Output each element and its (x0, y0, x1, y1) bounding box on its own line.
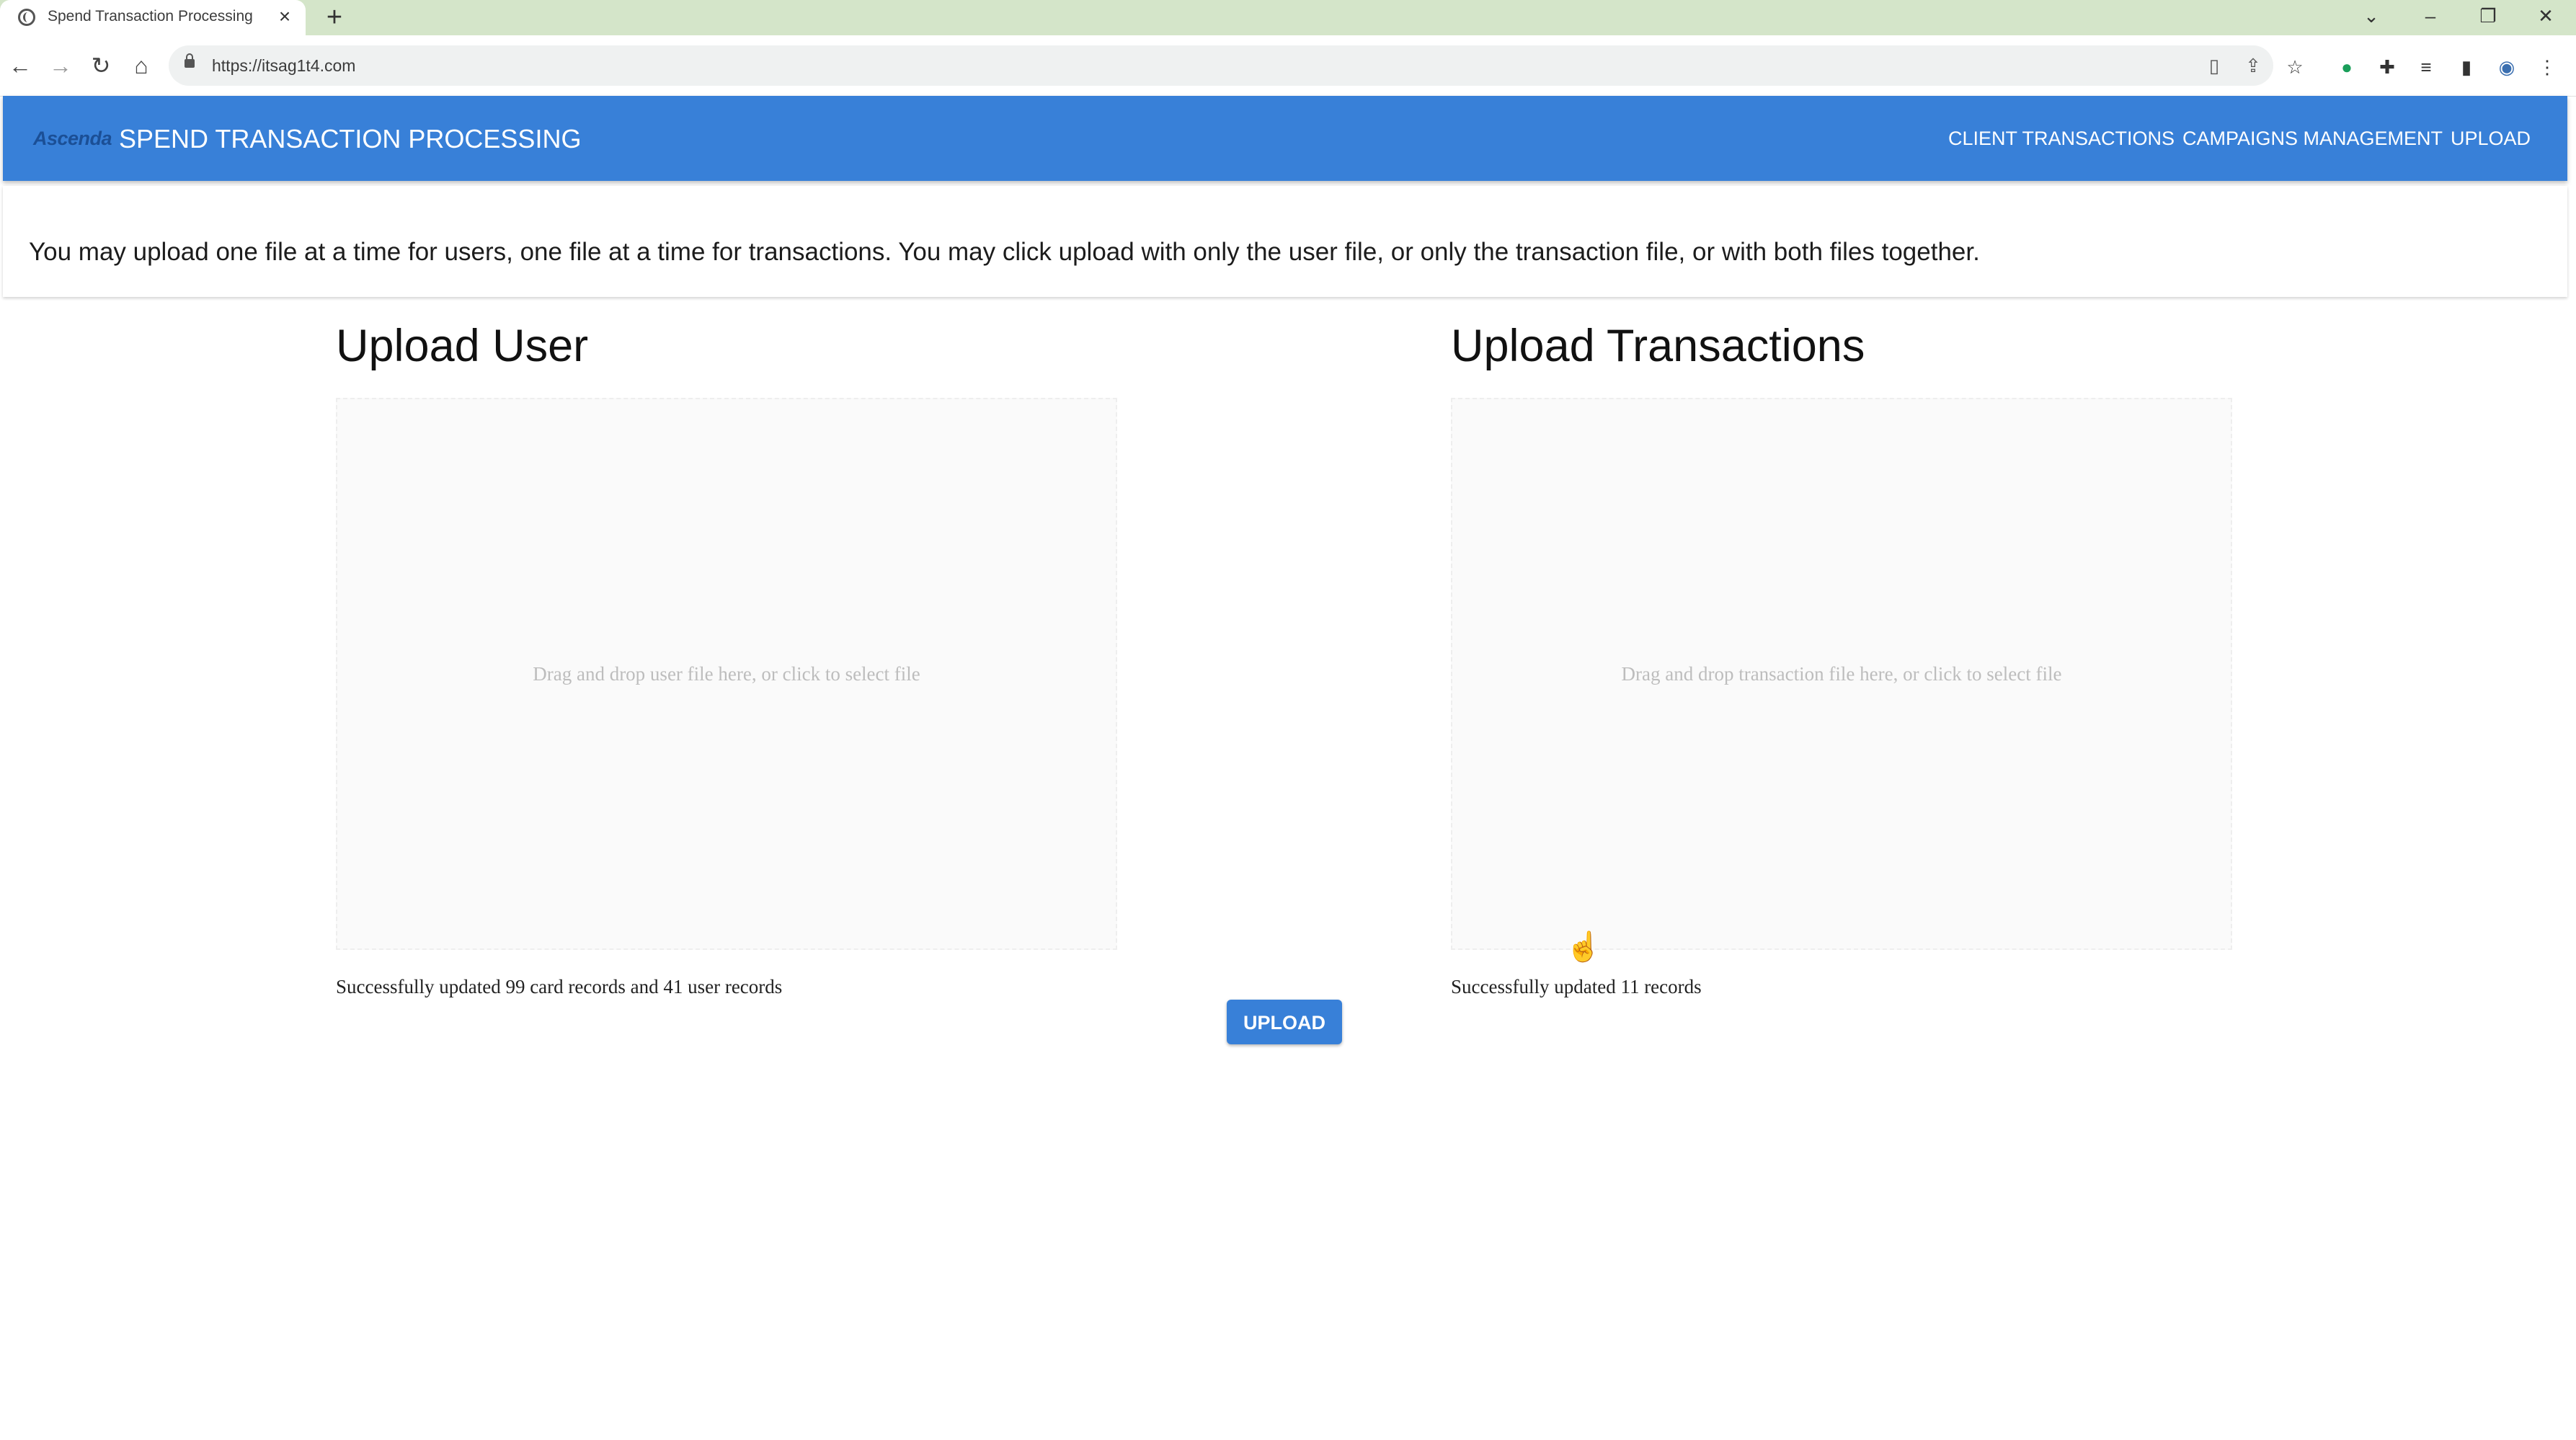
new-tab-button[interactable]: + (321, 3, 347, 32)
extensions-icon[interactable]: ✚ (2376, 55, 2399, 79)
media-icon[interactable]: ≡ (2415, 55, 2438, 79)
hand-cursor-icon: ☝ (1565, 931, 1602, 963)
transaction-upload-status: Successfully updated 11 records (1451, 976, 1702, 997)
grammarly-icon[interactable]: ● (2335, 55, 2358, 79)
restore-icon[interactable]: ❐ (2474, 1, 2502, 30)
brand-logo: Ascenda (33, 128, 112, 149)
user-file-dropzone[interactable]: Drag and drop user file here, or click t… (336, 398, 1117, 950)
lock-icon (185, 53, 195, 68)
tab-search-icon[interactable]: ⌄ (2357, 1, 2386, 30)
transaction-dropzone-text: Drag and drop transaction file here, or … (1621, 663, 2062, 685)
profile-avatar[interactable]: ◉ (2495, 55, 2518, 79)
upload-user-title: Upload User (336, 321, 589, 371)
minimize-icon[interactable]: – (2416, 1, 2445, 30)
instructions-card: You may upload one file at a time for us… (3, 186, 2567, 297)
nav-upload[interactable]: UPLOAD (2451, 128, 2531, 150)
close-tab-icon[interactable]: × (274, 4, 296, 29)
address-bar[interactable]: https://itsag1t4.com ▯ ⇪ (169, 45, 2273, 86)
home-icon[interactable]: ⌂ (124, 48, 159, 83)
url-text: https://itsag1t4.com (212, 56, 356, 75)
app-title: SPEND TRANSACTION PROCESSING (119, 124, 582, 154)
window-close-icon[interactable]: ✕ (2531, 1, 2560, 30)
upload-button[interactable]: UPLOAD (1227, 1000, 1342, 1044)
globe-icon (18, 9, 35, 26)
tab-title: Spend Transaction Processing (48, 8, 253, 25)
upload-transactions-title: Upload Transactions (1451, 321, 1865, 371)
back-arrow-icon[interactable]: ← (3, 48, 37, 83)
reload-icon[interactable]: ↻ (84, 48, 118, 83)
forward-arrow-icon[interactable]: → (43, 48, 78, 83)
app-header: Ascenda SPEND TRANSACTION PROCESSING CLI… (3, 96, 2567, 181)
user-upload-status: Successfully updated 99 card records and… (336, 976, 783, 997)
share-icon[interactable]: ⇪ (2242, 54, 2265, 77)
transaction-file-dropzone[interactable]: Drag and drop transaction file here, or … (1451, 398, 2232, 950)
browser-tab[interactable]: Spend Transaction Processing × (0, 0, 306, 35)
user-dropzone-text: Drag and drop user file here, or click t… (533, 663, 920, 685)
instructions-text: You may upload one file at a time for us… (29, 238, 1980, 266)
browser-tabstrip: Spend Transaction Processing × + ⌄ – ❐ ✕ (0, 0, 2576, 35)
nav-campaigns-management[interactable]: CAMPAIGNS MANAGEMENT (2182, 128, 2443, 150)
bookmark-star-icon[interactable]: ☆ (2283, 55, 2306, 79)
side-panel-icon[interactable]: ▮ (2455, 55, 2478, 79)
menu-dots-icon[interactable]: ⋮ (2536, 55, 2559, 79)
nav-client-transactions[interactable]: CLIENT TRANSACTIONS (1948, 128, 2175, 150)
browser-toolbar: ← → ↻ ⌂ https://itsag1t4.com ▯ ⇪ ☆ ● ✚ ≡… (0, 35, 2576, 97)
page-icon[interactable]: ▯ (2203, 54, 2226, 77)
